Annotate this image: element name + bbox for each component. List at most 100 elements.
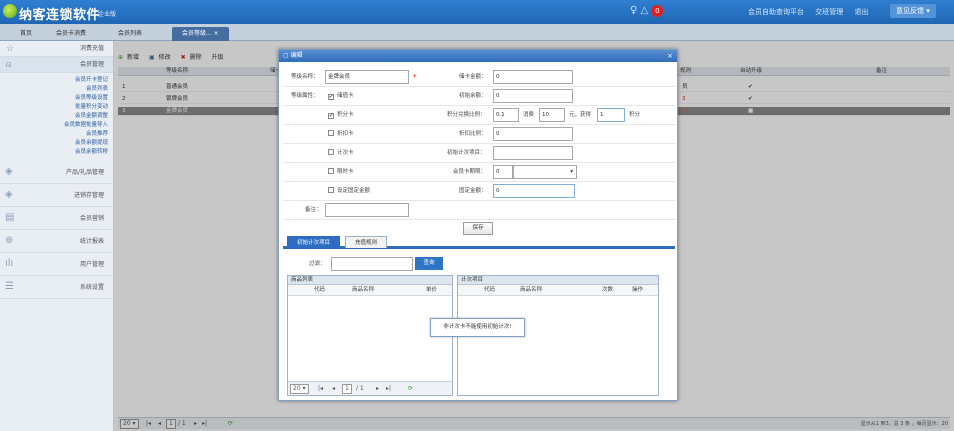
link-self-service[interactable]: 会员自助查询平台 [748,8,804,16]
checkbox-points-card[interactable]: ✔ 积分卡 [328,108,354,122]
bell-icon[interactable]: △ [641,5,649,16]
tab-init-count[interactable]: 初始计次项目 [287,236,341,248]
close-icon[interactable]: × [667,50,673,62]
sidebar-group-member[interactable]: ⍝ 会员管理 [0,57,113,73]
sidebar-group-marketing[interactable]: ▤ 会员营销 [0,207,113,230]
points-gain-input[interactable]: 1 [597,108,625,122]
dialog-titlebar: ▢ 编辑 × [279,50,677,62]
discount-input[interactable]: 0 [493,127,573,141]
nav-tab-label: 会员等级... [182,30,212,37]
remark-label: 备注： [305,207,322,213]
sidebar-item-label: 消费充值 [79,45,104,52]
checkbox-label: 折扣卡 [337,131,354,137]
checkbox-label: 储值卡 [337,93,354,99]
sidebar-item-withdraw[interactable]: 会员余额提现 [0,139,113,148]
col-count[interactable]: 次数 [602,285,613,296]
tab-recharge-rules[interactable]: 充值规则 [345,236,388,248]
sidebar-group-reports[interactable]: ⊕ 统计报表 [0,230,113,253]
brand-name: 纳客连锁软件 [19,8,101,23]
first-page-icon[interactable]: |◂ [318,382,323,396]
product-list-panel: 商品列表 代码 商品名称 单价 20 ▾ |◂ ◂ 1 / 1 ▸ ▸| ⟳ [287,275,453,396]
form-row-discount: 折扣卡 折扣比例： 0 [283,125,675,144]
checkbox-box [328,168,334,174]
page-number-input[interactable]: 1 [342,384,352,394]
save-button[interactable]: 保存 [463,222,493,235]
level-name-input[interactable]: 金牌会员 [325,70,409,84]
link-logout[interactable]: 退出 [854,8,868,16]
close-icon[interactable]: × [214,30,219,37]
nav-tab-card-consume[interactable]: 会员卡消费 [46,27,96,41]
member-submenu: 会员开卡登记 会员列表 会员等级设置 批量积分变动 会员金额调整 会员数据批量导… [0,73,113,157]
panel-title: 商品列表 [288,276,452,285]
sidebar-group-products[interactable]: ◈ 产品/礼品管理 [0,161,113,184]
store-amount-input[interactable]: 0 [493,70,573,84]
nav-tab-member-list[interactable]: 会员列表 [108,27,152,41]
sidebar-item-open-card[interactable]: 会员开卡登记 [0,76,113,85]
checkbox-limited-card[interactable]: 限时卡 [328,165,354,179]
nav-tab-member-level[interactable]: 会员等级... × [172,27,229,41]
init-count-input[interactable] [493,146,573,160]
user-icon[interactable]: ♀ [630,5,637,16]
query-button[interactable]: 查询 [415,257,443,270]
dialog-tabs: 初始计次项目 充值规则 [283,236,675,249]
col-product-name[interactable]: 商品名称 [520,285,542,296]
form-row-remark: 备注： [283,201,675,220]
page-size-select[interactable]: 20 ▾ [290,384,309,394]
feedback-button[interactable]: 意见反馈 ▾ [890,4,936,18]
init-balance-input[interactable]: 0 [493,89,573,103]
checkbox-box [328,187,334,193]
fixed-amount-input[interactable]: 0 [493,184,575,198]
attr-label: 等级属性： [291,93,319,99]
filter-input[interactable] [331,257,413,271]
form-row-count: 计次卡 初始计次项目： [283,144,675,163]
checkbox-box [328,149,334,155]
sidebar-item-amount-adjust[interactable]: 会员金额调整 [0,112,113,121]
init-balance-label: 初始余额： [459,93,487,99]
prev-page-icon[interactable]: ◂ [332,382,335,396]
checkbox-box: ✔ [328,113,334,119]
sidebar-item-transfer[interactable]: 会员余额转移 [0,148,113,157]
chevron-down-icon: ▾ [570,169,573,175]
sidebar-item-consume-recharge[interactable]: ☆ 消费充值 [0,41,113,57]
checkbox-fixed-amount[interactable]: 设定固定金额 [328,184,370,198]
sidebar-item-referral[interactable]: 会员推荐 [0,130,113,139]
link-shift-handover[interactable]: 交班管理 [815,8,843,16]
sidebar-item-member-list[interactable]: 会员列表 [0,85,113,94]
notification-badge[interactable]: 0 [651,5,664,17]
sidebar-group-inventory[interactable]: ◈ 进销存管理 [0,184,113,207]
checkbox-store-card[interactable]: ✔ 储值卡 [328,89,354,103]
card-period-input[interactable]: 0 [493,165,513,179]
col-action[interactable]: 操作 [632,285,643,296]
card-period-unit-select[interactable]: ▾ [513,165,577,179]
col-product-name[interactable]: 商品名称 [352,285,374,296]
checkbox-discount-card[interactable]: 折扣卡 [328,127,354,141]
sidebar-group-settings[interactable]: ☰ 系统设置 [0,276,113,299]
sidebar-group-label: 会员管理 [79,61,104,68]
refresh-icon[interactable]: ⟳ [408,382,413,396]
points-ratio-input[interactable]: 0.1 [493,108,519,122]
col-code[interactable]: 代码 [314,285,325,296]
sidebar-item-level-settings[interactable]: 会员等级设置 [0,94,113,103]
form-row-fixed: 设定固定金额 固定金额： 0 [283,182,675,201]
consume-input[interactable]: 10 [539,108,565,122]
feedback-label: 意见反馈 [896,7,924,15]
sidebar-item-batch-import[interactable]: 会员数据批量导入 [0,121,113,130]
next-page-icon[interactable]: ▸ [376,382,379,396]
consume-label: 消费 [523,112,535,118]
sidebar-item-batch-points[interactable]: 批量积分变动 [0,103,113,112]
sidebar-group-label: 统计报表 [79,238,104,245]
checkbox-box [328,130,334,136]
checkbox-box: ✔ [328,94,334,100]
remark-input[interactable] [325,203,409,217]
col-code[interactable]: 代码 [484,285,495,296]
fixed-amount-label: 固定金额： [459,188,487,194]
sidebar-group-users[interactable]: ılı 用户管理 [0,253,113,276]
checkbox-label: 设定固定金额 [337,188,371,194]
nav-tab-home[interactable]: 首页 [10,27,42,41]
col-price[interactable]: 单价 [426,285,437,296]
last-page-icon[interactable]: ▸| [386,382,391,396]
page-total: / 1 [356,385,364,392]
checkbox-count-card[interactable]: 计次卡 [328,146,354,160]
form-row-name: 等级名称： 金牌会员 * 储卡金额： 0 [283,68,675,87]
logo-icon [3,4,17,18]
